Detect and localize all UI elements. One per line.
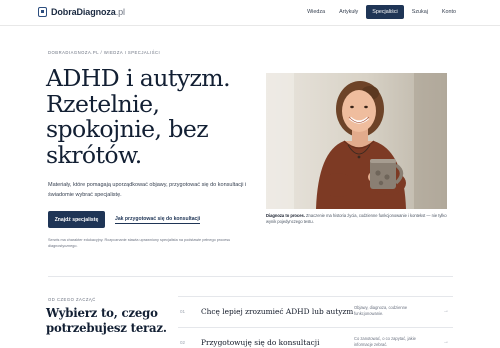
logo-mark-icon xyxy=(38,7,47,17)
breadcrumb: DOBRADIAGNOZA.PL / WIEDZA I SPECJALIŚCI xyxy=(48,50,161,55)
nav-links: Wiedza Artykuły Specjaliści Szukaj Konto xyxy=(301,5,462,19)
nav-link-specjalisci[interactable]: Specjaliści xyxy=(366,5,404,19)
photo-caption-bold: Diagnoza to proces. xyxy=(266,213,305,218)
nav-link-konto[interactable]: Konto xyxy=(436,5,462,19)
option-row-01[interactable]: 01 Chcę lepiej zrozumieć ADHD lub autyzm… xyxy=(178,296,453,327)
nav-link-artykuly[interactable]: Artykuły xyxy=(333,5,364,19)
section-divider xyxy=(48,276,453,277)
option-description: Objawy, diagnoza, codzienne funkcjonowan… xyxy=(354,305,408,316)
section-label: OD CZEGO ZACZĄĆ xyxy=(48,297,96,302)
logo-text: DobraDiagnoza.pl xyxy=(51,7,125,17)
section-title: Wybierz to, czego potrzebujesz teraz. xyxy=(46,306,167,335)
option-title[interactable]: Przygotowuję się do konsultacji xyxy=(201,338,319,347)
nav-link-szukaj[interactable]: Szukaj xyxy=(406,5,434,19)
top-navbar: DobraDiagnoza.pl Wiedza Artykuły Specjal… xyxy=(0,0,500,26)
hero-title: ADHD i autyzm. Rzetelnie, spokojnie, bez… xyxy=(46,64,231,169)
disclaimer-text: Serwis ma charakter edukacyjny. Rozpozna… xyxy=(48,238,231,248)
option-number: 02 xyxy=(180,340,186,345)
site-logo[interactable]: DobraDiagnoza.pl xyxy=(38,7,125,17)
option-number: 01 xyxy=(180,309,186,314)
consultation-prep-link[interactable]: Jak przygotować się do konsultacji xyxy=(115,216,201,224)
hero-photo xyxy=(266,73,447,209)
option-title[interactable]: Chcę lepiej zrozumieć ADHD lub autyzm xyxy=(201,307,353,316)
find-specialist-button[interactable]: Znajdź specjalistę xyxy=(48,211,105,228)
nav-link-wiedza[interactable]: Wiedza xyxy=(301,5,331,19)
arrow-right-icon: → xyxy=(443,308,449,314)
hero-photo-illustration xyxy=(266,73,447,209)
options-list: 01 Chcę lepiej zrozumieć ADHD lub autyzm… xyxy=(178,296,453,348)
arrow-right-icon: → xyxy=(443,339,449,345)
photo-caption: Diagnoza to proces. Znaczenie ma histori… xyxy=(266,213,451,225)
option-row-02[interactable]: 02 Przygotowuję się do konsultacji Co za… xyxy=(178,327,453,348)
hero-subtitle: Materiały, które pomagają uporządkować o… xyxy=(48,182,247,198)
option-description: Co zanotować, o co zapytać, jakie inform… xyxy=(354,336,416,347)
